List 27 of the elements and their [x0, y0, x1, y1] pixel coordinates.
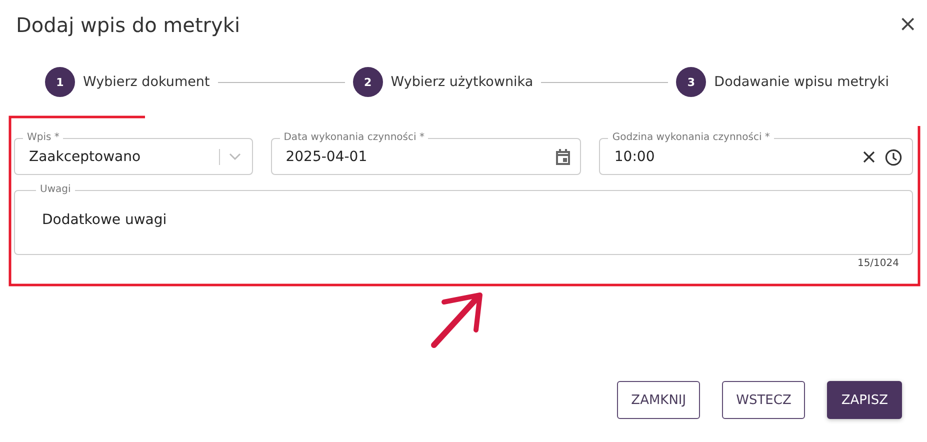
- step-label: Wybierz użytkownika: [390, 74, 534, 90]
- step-number: 1: [45, 67, 75, 97]
- action-button[interactable]: ZAMKNIJ: [617, 381, 700, 419]
- input-field[interactable]: Data wykonania czynności * 2025-04-01: [270, 131, 582, 175]
- field-label: Data wykonania czynności *: [282, 131, 426, 145]
- field-label: Godzina wykonania czynności *: [611, 131, 771, 145]
- field-value: Zaakceptowano: [29, 149, 142, 165]
- close-button[interactable]: ×: [898, 14, 917, 36]
- textarea-field[interactable]: Uwagi Dodatkowe uwagi: [14, 183, 913, 255]
- step-number: 2: [352, 67, 383, 97]
- action-button[interactable]: WSTECZ: [722, 381, 806, 419]
- field-label: Wpis *: [26, 131, 60, 145]
- calendar-icon[interactable]: [556, 149, 570, 165]
- character-counter: 15/1024: [857, 258, 899, 269]
- field-label: Uwagi: [39, 183, 72, 197]
- clear-icon[interactable]: [863, 151, 876, 163]
- dialog-title: Dodaj wpis do metryki: [15, 13, 240, 37]
- clock-icon[interactable]: [885, 148, 902, 166]
- step-label: Wybierz dokument: [83, 74, 210, 90]
- input-field[interactable]: Wpis * Zaakceptowano: [14, 131, 253, 175]
- field-value: Dodatkowe uwagi: [42, 212, 167, 228]
- step-label: Dodawanie wpisu metryki: [714, 74, 889, 90]
- field-value: 2025-04-01: [286, 149, 368, 165]
- step-number: 3: [676, 67, 706, 97]
- field-value: 10:00: [614, 149, 656, 165]
- save-button[interactable]: ZAPISZ: [827, 381, 902, 419]
- input-field[interactable]: Godzina wykonania czynności * 10:00: [599, 131, 914, 175]
